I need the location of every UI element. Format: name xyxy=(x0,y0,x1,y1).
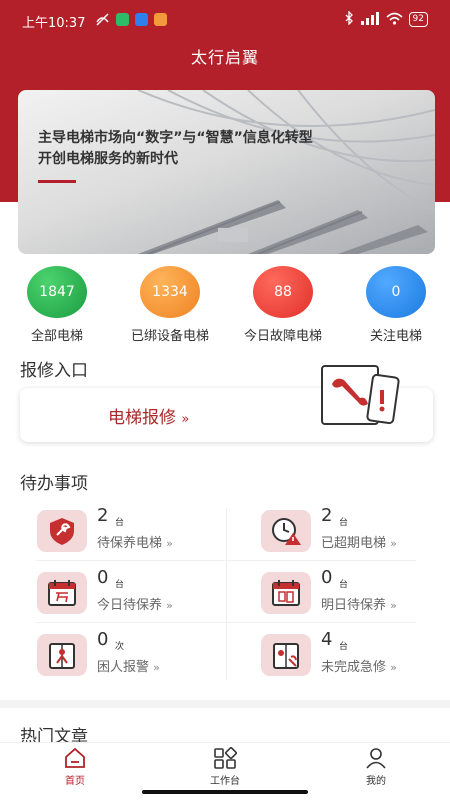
todo-label-text: 困人报警 xyxy=(97,660,150,675)
chevron-double-right-icon: » xyxy=(153,661,160,674)
tab-profile[interactable]: 我的 xyxy=(326,747,426,787)
banner-headline: 主导电梯市场向“数字”与“智慧”信息化转型 开创电梯服务的新时代 xyxy=(38,128,313,170)
todo-label-text: 未完成急修 xyxy=(321,660,387,675)
system-status: 92 xyxy=(345,10,428,28)
todo-label: 明日待保养 » xyxy=(321,594,397,613)
tab-label: 首页 xyxy=(65,776,85,787)
notification-icons xyxy=(95,13,167,26)
calendar-tomorrow-icon xyxy=(272,580,300,606)
tab-home[interactable]: 首页 xyxy=(25,747,125,787)
todo-unit: 台 xyxy=(115,580,125,590)
workbench-icon xyxy=(214,747,237,769)
stat-label: 关注电梯 xyxy=(369,329,422,344)
wifi-icon xyxy=(386,12,403,28)
todo-label-text: 待保养电梯 xyxy=(97,536,163,551)
chevron-double-right-icon: » xyxy=(390,661,397,674)
stat-count-circle: 1334 xyxy=(140,266,200,318)
stat-faulty-elevators[interactable]: 88 今日故障电梯 xyxy=(228,266,338,344)
chevron-double-right-icon: » xyxy=(390,537,397,550)
repair-link-label: 电梯报修 xyxy=(108,408,176,428)
trapped-alarm-icon xyxy=(49,643,75,669)
app-notification-icon xyxy=(116,13,129,26)
chevron-double-right-icon: » xyxy=(166,537,173,550)
todo-label-text: 已超期电梯 xyxy=(321,536,387,551)
home-icon xyxy=(65,747,85,768)
todo-icon-bg xyxy=(261,510,311,552)
todo-label: 困人报警 » xyxy=(97,656,160,675)
stat-followed-elevators[interactable]: 0 关注电梯 xyxy=(341,266,450,344)
stat-label: 已绑设备电梯 xyxy=(130,329,209,344)
app-title: 太行启翼 xyxy=(190,48,259,67)
tab-workbench[interactable]: 工作台 xyxy=(175,747,275,787)
stat-count-circle: 1847 xyxy=(27,266,87,318)
stat-all-elevators[interactable]: 1847 全部电梯 xyxy=(2,266,112,344)
todo-section-title: 待办事项 xyxy=(20,474,88,494)
chevron-double-right-icon: » xyxy=(181,412,190,427)
todo-icon-bg xyxy=(37,510,87,552)
todo-count: 0 xyxy=(97,567,109,588)
chevron-double-right-icon: » xyxy=(390,599,397,612)
banner-accent-line xyxy=(38,180,76,183)
todo-label: 待保养电梯 » xyxy=(97,532,173,551)
promo-banner[interactable]: 主导电梯市场向“数字”与“智慧”信息化转型 开创电梯服务的新时代 xyxy=(18,90,435,254)
todo-trapped-alarm[interactable]: 0 次 困人报警 » xyxy=(37,629,237,692)
signal-icon xyxy=(360,11,380,28)
todo-label: 已超期电梯 » xyxy=(321,532,397,551)
status-bar: 上午10:37 92 xyxy=(0,0,450,40)
todo-icon-bg xyxy=(261,634,311,676)
repair-illustration-icon xyxy=(321,365,400,425)
bluetooth-icon xyxy=(345,10,354,28)
stat-label: 全部电梯 xyxy=(30,329,83,344)
todo-icon-bg xyxy=(261,572,311,614)
urgent-repair-icon xyxy=(273,643,299,669)
chevron-double-right-icon: » xyxy=(166,599,173,612)
todo-label-text: 今日待保养 xyxy=(97,598,163,613)
shield-wrench-icon xyxy=(50,518,74,545)
todo-count: 0 xyxy=(97,629,109,650)
banner-line-1: 主导电梯市场向“数字”与“智慧”信息化转型 xyxy=(38,130,313,146)
todo-count: 0 xyxy=(321,567,333,588)
elevator-repair-link[interactable]: 电梯报修 » xyxy=(108,403,189,428)
battery-indicator: 92 xyxy=(408,12,428,27)
status-time: 上午10:37 xyxy=(22,16,86,31)
user-icon xyxy=(366,748,386,769)
todo-icon-bg xyxy=(37,634,87,676)
todo-label: 今日待保养 » xyxy=(97,594,173,613)
banner-line-2: 开创电梯服务的新时代 xyxy=(38,151,178,167)
todo-icon-bg xyxy=(37,572,87,614)
todo-today-maintenance[interactable]: 0 台 今日待保养 » xyxy=(37,567,237,630)
calendar-today-icon xyxy=(48,580,76,606)
todo-unit: 台 xyxy=(339,518,349,528)
todo-unit: 次 xyxy=(115,642,125,652)
todo-label-text: 明日待保养 xyxy=(321,598,387,613)
todo-count: 2 xyxy=(97,505,109,526)
app-notification-icon xyxy=(135,13,148,26)
todo-unit: 台 xyxy=(339,580,349,590)
mute-icon xyxy=(95,13,110,26)
stat-label: 今日故障电梯 xyxy=(243,329,322,344)
stat-count-circle: 88 xyxy=(253,266,313,318)
stat-count-circle: 0 xyxy=(366,266,426,318)
home-indicator xyxy=(142,790,308,794)
tab-label: 我的 xyxy=(366,776,386,787)
repair-section-title: 报修入口 xyxy=(20,361,88,381)
todo-label: 未完成急修 » xyxy=(321,656,397,675)
mail-icon xyxy=(154,13,167,26)
elevator-stats: 1847 全部电梯 1334 已绑设备电梯 88 今日故障电梯 0 关注电梯 xyxy=(0,266,450,346)
todo-count: 4 xyxy=(321,629,333,650)
todo-overdue-elevators[interactable]: 2 台 已超期电梯 » xyxy=(261,505,450,568)
tab-label: 工作台 xyxy=(210,776,240,787)
escalator-photo xyxy=(137,90,435,254)
todo-tomorrow-maintenance[interactable]: 0 台 明日待保养 » xyxy=(261,567,450,630)
todo-count: 2 xyxy=(321,505,333,526)
section-separator xyxy=(0,700,450,708)
clock-warning-icon xyxy=(272,518,301,545)
stat-bound-elevators[interactable]: 1334 已绑设备电梯 xyxy=(115,266,225,344)
todo-pending-maintenance[interactable]: 2 台 待保养电梯 » xyxy=(37,505,237,568)
todo-unit: 台 xyxy=(115,518,125,528)
todo-unit: 台 xyxy=(339,642,349,652)
todo-unfinished-urgent-repair[interactable]: 4 台 未完成急修 » xyxy=(261,629,450,692)
